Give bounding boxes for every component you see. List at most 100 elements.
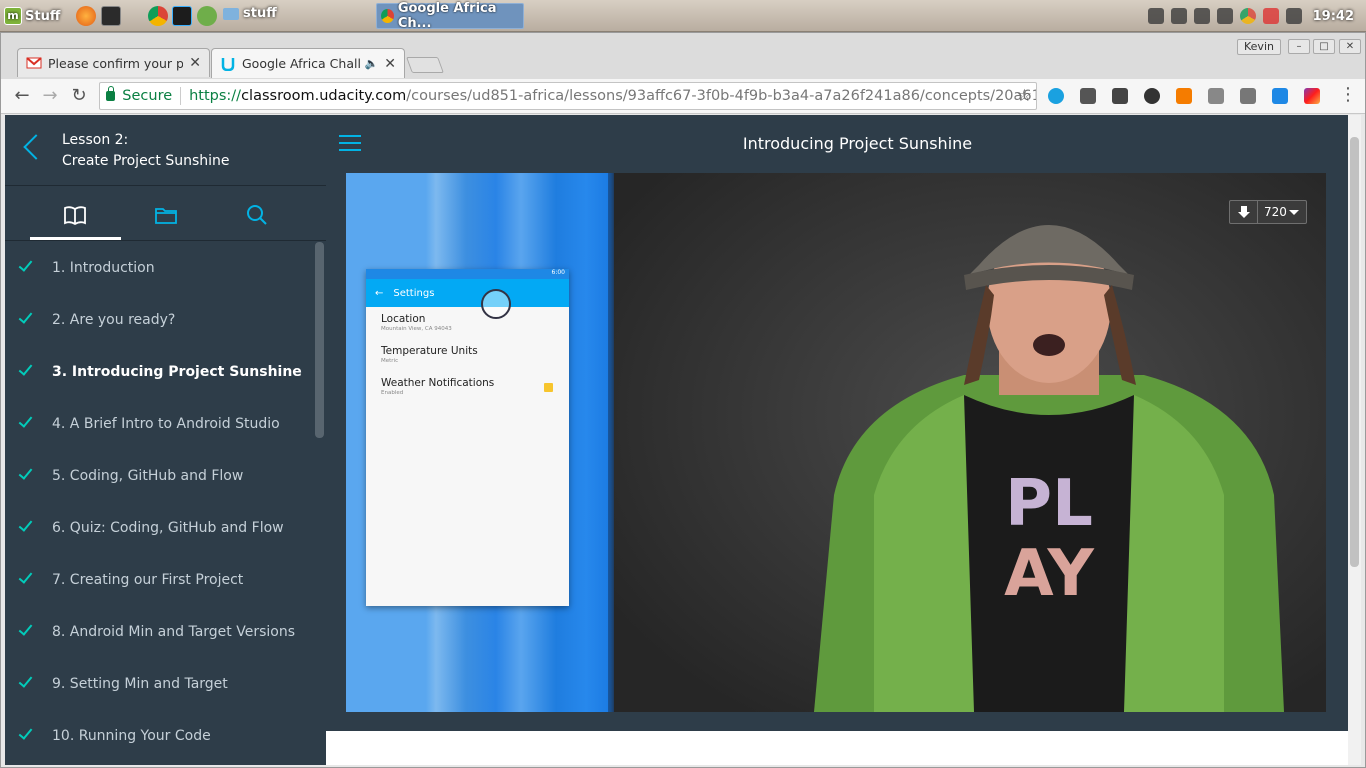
volume-icon[interactable] xyxy=(1193,8,1210,24)
checkmark-icon xyxy=(18,517,33,532)
concept-label: 2. Are you ready? xyxy=(52,312,176,328)
chrome-icon[interactable] xyxy=(148,6,168,26)
concept-item[interactable]: 9. Setting Min and Target xyxy=(5,658,313,710)
tab-title: Google Africa Challe xyxy=(242,56,361,71)
download-icon[interactable] xyxy=(1230,201,1258,223)
wifi-icon[interactable] xyxy=(1170,8,1187,24)
lesson-header: Lesson 2: Create Project Sunshine xyxy=(5,115,326,186)
concept-label: 3. Introducing Project Sunshine xyxy=(52,364,302,380)
sidebar-scrollbar[interactable] xyxy=(315,242,324,438)
new-tab-button[interactable] xyxy=(406,57,444,73)
system-tray: 19:42 xyxy=(1147,0,1366,32)
address-bar[interactable]: Secure https:// classroom.udacity.com /c… xyxy=(99,82,1037,110)
profile-button[interactable]: Kevin xyxy=(1237,39,1281,55)
concept-item[interactable]: 4. A Brief Intro to Android Studio xyxy=(5,398,313,450)
extension-grid-icon[interactable] xyxy=(1208,88,1224,104)
start-menu-button[interactable]: m Stuff xyxy=(4,5,60,27)
firefox-icon[interactable] xyxy=(76,6,96,26)
video-player[interactable]: 6:00 ← Settings Location Mountain View, … xyxy=(346,173,1326,712)
minimize-button[interactable]: – xyxy=(1288,39,1310,54)
shield-icon[interactable] xyxy=(1262,8,1279,24)
page-scrollbar-thumb[interactable] xyxy=(1350,137,1359,567)
palette-icon[interactable] xyxy=(1144,88,1160,104)
taskbar-window-chrome[interactable]: Google Africa Ch... xyxy=(376,1,524,31)
concept-item[interactable]: 10. Running Your Code xyxy=(5,710,313,762)
concept-item[interactable]: 5. Coding, GitHub and Flow xyxy=(5,450,313,502)
clock[interactable]: 19:42 xyxy=(1313,9,1354,24)
url-host: classroom.udacity.com xyxy=(241,88,407,104)
lesson-title: Create Project Sunshine xyxy=(62,153,230,169)
shirt-text-top: PL xyxy=(1005,467,1093,541)
sidebar-tabs xyxy=(5,186,326,241)
touch-ripple xyxy=(481,289,511,319)
concept-item[interactable]: 1. Introduction xyxy=(5,242,313,294)
settings-title: Settings xyxy=(393,287,435,299)
linux-mint-icon: m xyxy=(4,7,22,25)
pref-summary: Mountain View, CA 94043 xyxy=(381,326,452,332)
taskbar-folder-stuff[interactable]: stuff xyxy=(223,6,277,21)
concept-item-current[interactable]: 3. Introducing Project Sunshine xyxy=(5,346,313,398)
content-header: Introducing Project Sunshine xyxy=(326,115,1348,173)
extension-orange-icon[interactable] xyxy=(1176,88,1192,104)
checkmark-icon xyxy=(18,361,33,376)
resolution-select[interactable]: 720 xyxy=(1258,201,1306,223)
android-studio-icon[interactable] xyxy=(197,6,217,26)
checkmark-icon xyxy=(18,257,33,272)
tab-gmail[interactable]: Please confirm your pre ✕ xyxy=(17,48,210,77)
pref-summary: Enabled xyxy=(381,390,404,396)
close-window-button[interactable]: ✕ xyxy=(1339,39,1361,54)
settings-app-bar: ← Settings xyxy=(366,279,569,307)
eyedropper-icon[interactable] xyxy=(1112,88,1128,104)
lock-icon xyxy=(106,86,116,101)
folder-icon[interactable] xyxy=(154,203,178,227)
extension-car-icon[interactable] xyxy=(1080,88,1096,104)
concept-item[interactable]: 8. Android Min and Target Versions xyxy=(5,606,313,658)
chrome-icon xyxy=(381,9,394,23)
close-tab-icon[interactable]: ✕ xyxy=(384,56,396,72)
video-section: 6:00 ← Settings Location Mountain View, … xyxy=(326,173,1348,731)
webstorm-icon[interactable] xyxy=(172,6,192,26)
browser-toolbar: ← → ↻ Secure https:// classroom.udacity.… xyxy=(1,79,1365,114)
concept-label: 9. Setting Min and Target xyxy=(52,676,228,692)
concept-item[interactable]: 7. Creating our First Project xyxy=(5,554,313,606)
battery-icon[interactable] xyxy=(1216,8,1233,24)
pref-summary: Metric xyxy=(381,358,399,364)
back-chevron-icon[interactable] xyxy=(23,134,49,160)
phone-screen-mockup: 6:00 ← Settings Location Mountain View, … xyxy=(366,269,569,606)
terminal-icon[interactable] xyxy=(101,6,121,26)
folder-label: stuff xyxy=(243,6,277,21)
forward-arrow-icon[interactable]: → xyxy=(39,85,61,107)
instagram-icon[interactable] xyxy=(1304,88,1320,104)
tab-udacity[interactable]: Google Africa Challe 🔈 ✕ xyxy=(211,48,405,78)
react-devtools-icon[interactable] xyxy=(1048,88,1064,104)
phone-status-bar: 6:00 xyxy=(366,269,569,279)
chrome-menu-icon[interactable]: ⋮ xyxy=(1339,86,1357,104)
video-quality-control[interactable]: 720 xyxy=(1229,200,1307,224)
bluetooth-icon[interactable] xyxy=(1285,8,1302,24)
extension-off-icon[interactable] xyxy=(1240,88,1256,104)
reload-icon[interactable]: ↻ xyxy=(68,85,90,107)
close-tab-icon[interactable]: ✕ xyxy=(189,55,201,71)
concept-label: 10. Running Your Code xyxy=(52,728,211,744)
user-icon[interactable] xyxy=(1147,8,1164,24)
chrome-tray-icon[interactable] xyxy=(1239,8,1256,24)
classroom-page: Lesson 2: Create Project Sunshine 1. Int… xyxy=(5,115,1348,765)
book-icon[interactable] xyxy=(63,203,87,227)
audio-playing-icon[interactable]: 🔈 xyxy=(365,57,379,70)
maximize-button[interactable]: □ xyxy=(1313,39,1335,54)
back-arrow-icon[interactable]: ← xyxy=(11,85,33,107)
folder-icon xyxy=(223,7,239,20)
concept-item[interactable]: 2. Are you ready? xyxy=(5,294,313,346)
concept-label: 8. Android Min and Target Versions xyxy=(52,624,296,640)
concept-title: Introducing Project Sunshine xyxy=(742,134,973,153)
checkmark-icon xyxy=(18,413,33,428)
url-path: /courses/ud851-africa/lessons/93affc67-3… xyxy=(406,88,1036,104)
page-scrollbar[interactable] xyxy=(1348,115,1361,765)
concept-item[interactable]: 6. Quiz: Coding, GitHub and Flow xyxy=(5,502,313,554)
search-icon[interactable] xyxy=(245,203,269,227)
extension-blue-icon[interactable] xyxy=(1272,88,1288,104)
checkbox-icon xyxy=(544,383,553,392)
bookmark-star-icon[interactable]: ☆ xyxy=(1017,86,1032,106)
phone-status-time: 6:00 xyxy=(551,269,565,276)
concept-label: 4. A Brief Intro to Android Studio xyxy=(52,416,280,432)
